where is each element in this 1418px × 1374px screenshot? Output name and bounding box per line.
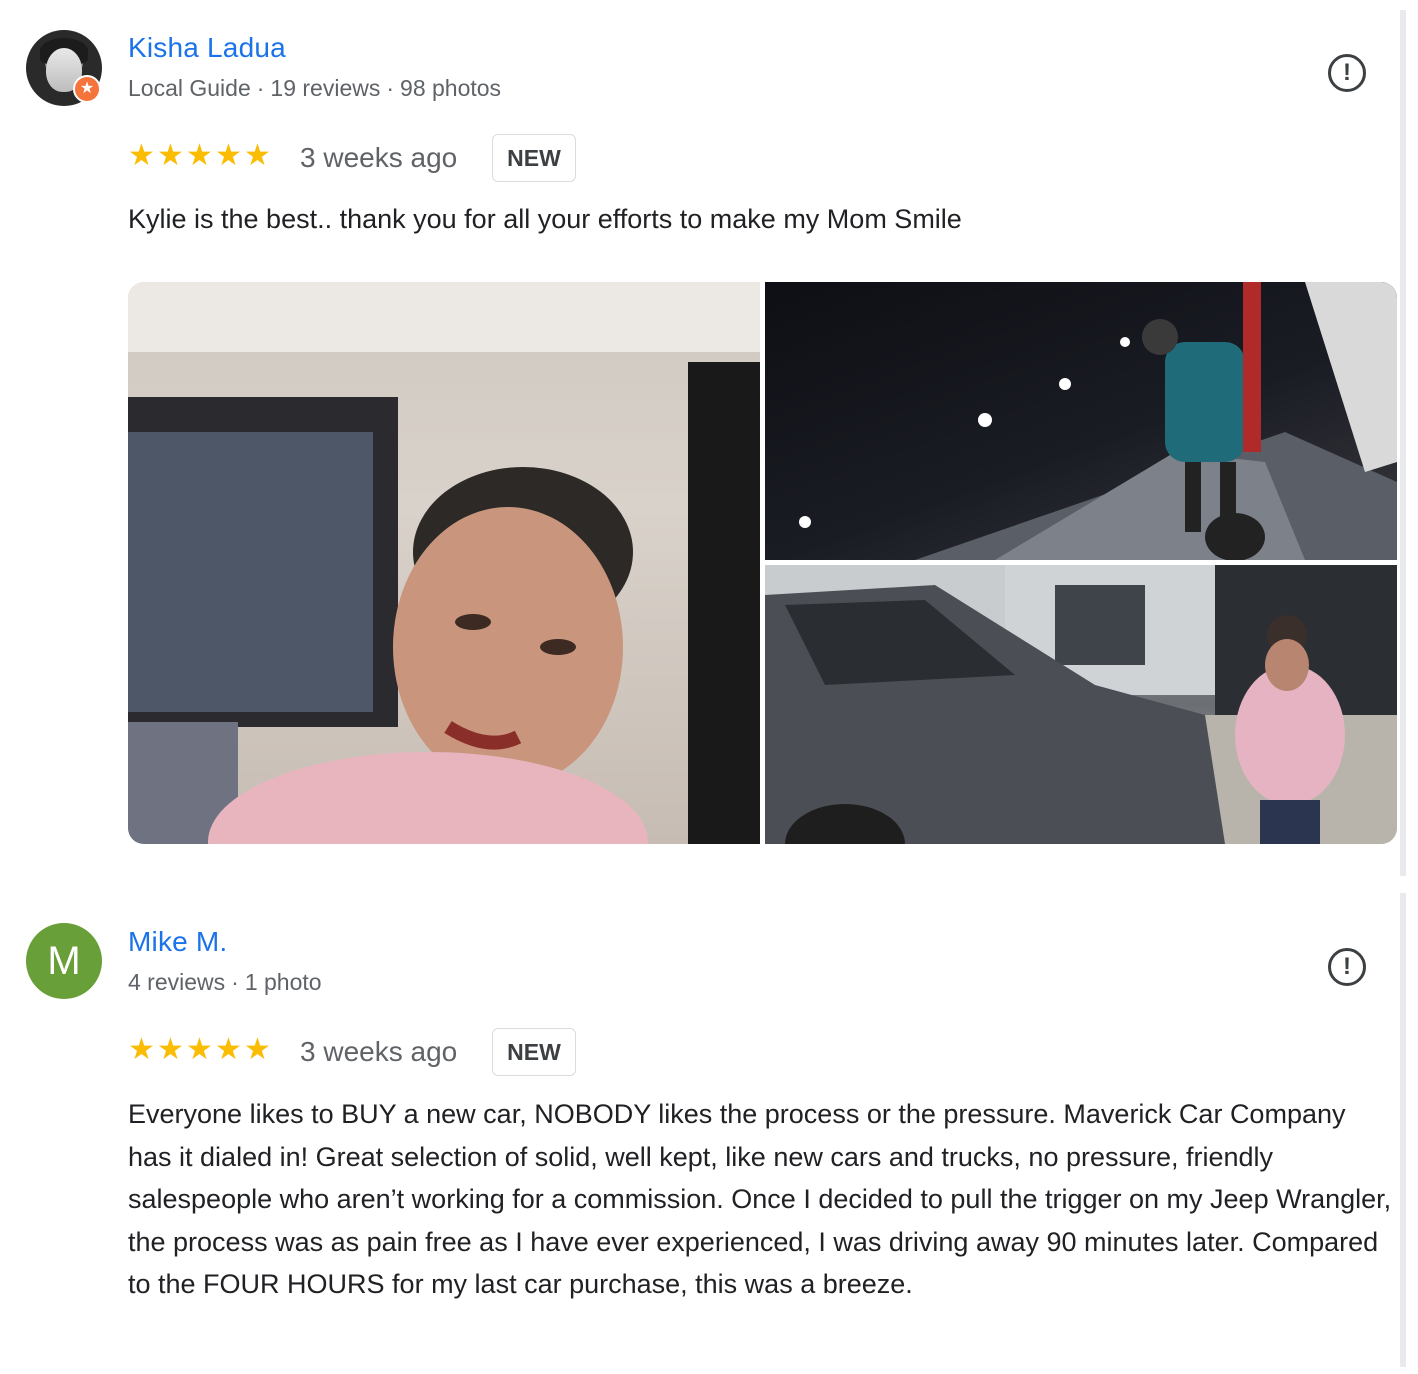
flag-report-icon[interactable]: !	[1328, 948, 1366, 986]
reviewer-name[interactable]: Kisha Ladua	[128, 32, 286, 64]
review-photo[interactable]	[128, 282, 760, 844]
reviewer-meta: 4 reviews · 1 photo	[128, 969, 322, 995]
review-photos	[128, 282, 1397, 844]
new-badge: NEW	[492, 1028, 576, 1076]
scrollbar-track[interactable]	[1400, 10, 1406, 876]
scrollbar-track[interactable]	[1400, 893, 1406, 1367]
star-rating: ★★★★★	[128, 138, 273, 173]
night-gas-station-photo-art	[799, 282, 1397, 560]
star-rating: ★★★★★	[128, 1032, 273, 1067]
avatar[interactable]: M	[26, 923, 102, 999]
star-icon: ★	[128, 1033, 155, 1066]
review-text: Everyone likes to BUY a new car, NOBODY …	[128, 1099, 1392, 1299]
star-icon: ★	[244, 139, 271, 172]
meta-reviews: 4 reviews	[128, 969, 226, 995]
review-time: 3 weeks ago	[300, 142, 458, 173]
star-icon: ★	[215, 139, 242, 172]
star-icon: ★	[186, 1033, 213, 1066]
star-icon: ★	[244, 1033, 271, 1066]
car-purchase-photo-art	[765, 565, 1397, 844]
selfie-photo-art	[128, 282, 760, 844]
review-photo[interactable]	[765, 565, 1397, 844]
flag-report-icon[interactable]: !	[1328, 54, 1366, 92]
reviewer-meta: Local Guide · 19 reviews · 98 photos	[128, 75, 502, 101]
review-card: ★ Kisha Ladua Local Guide · 19 reviews · 98 …	[0, 0, 1400, 880]
meta-reviews: 19 reviews	[270, 75, 381, 101]
review-time: 3 weeks ago	[300, 1036, 458, 1067]
meta-photos: 1 photo	[244, 969, 322, 995]
star-icon: ★	[157, 139, 184, 172]
star-icon: ★	[128, 139, 155, 172]
new-badge: NEW	[492, 134, 576, 182]
review-text: Kylie is the best.. thank you for all yo…	[128, 204, 962, 234]
meta-local-guide: Local Guide	[128, 75, 251, 101]
meta-photos: 98 photos	[400, 75, 502, 101]
star-icon: ★	[186, 139, 213, 172]
review-card: M Mike M. 4 reviews · 1 photo ! ★★★★★ 3 we…	[0, 895, 1400, 1374]
reviewer-name[interactable]: Mike M.	[128, 926, 227, 958]
star-icon: ★	[157, 1033, 184, 1066]
local-guide-star-icon: ★	[73, 75, 101, 103]
review-photo[interactable]	[765, 282, 1397, 560]
star-icon: ★	[215, 1033, 242, 1066]
